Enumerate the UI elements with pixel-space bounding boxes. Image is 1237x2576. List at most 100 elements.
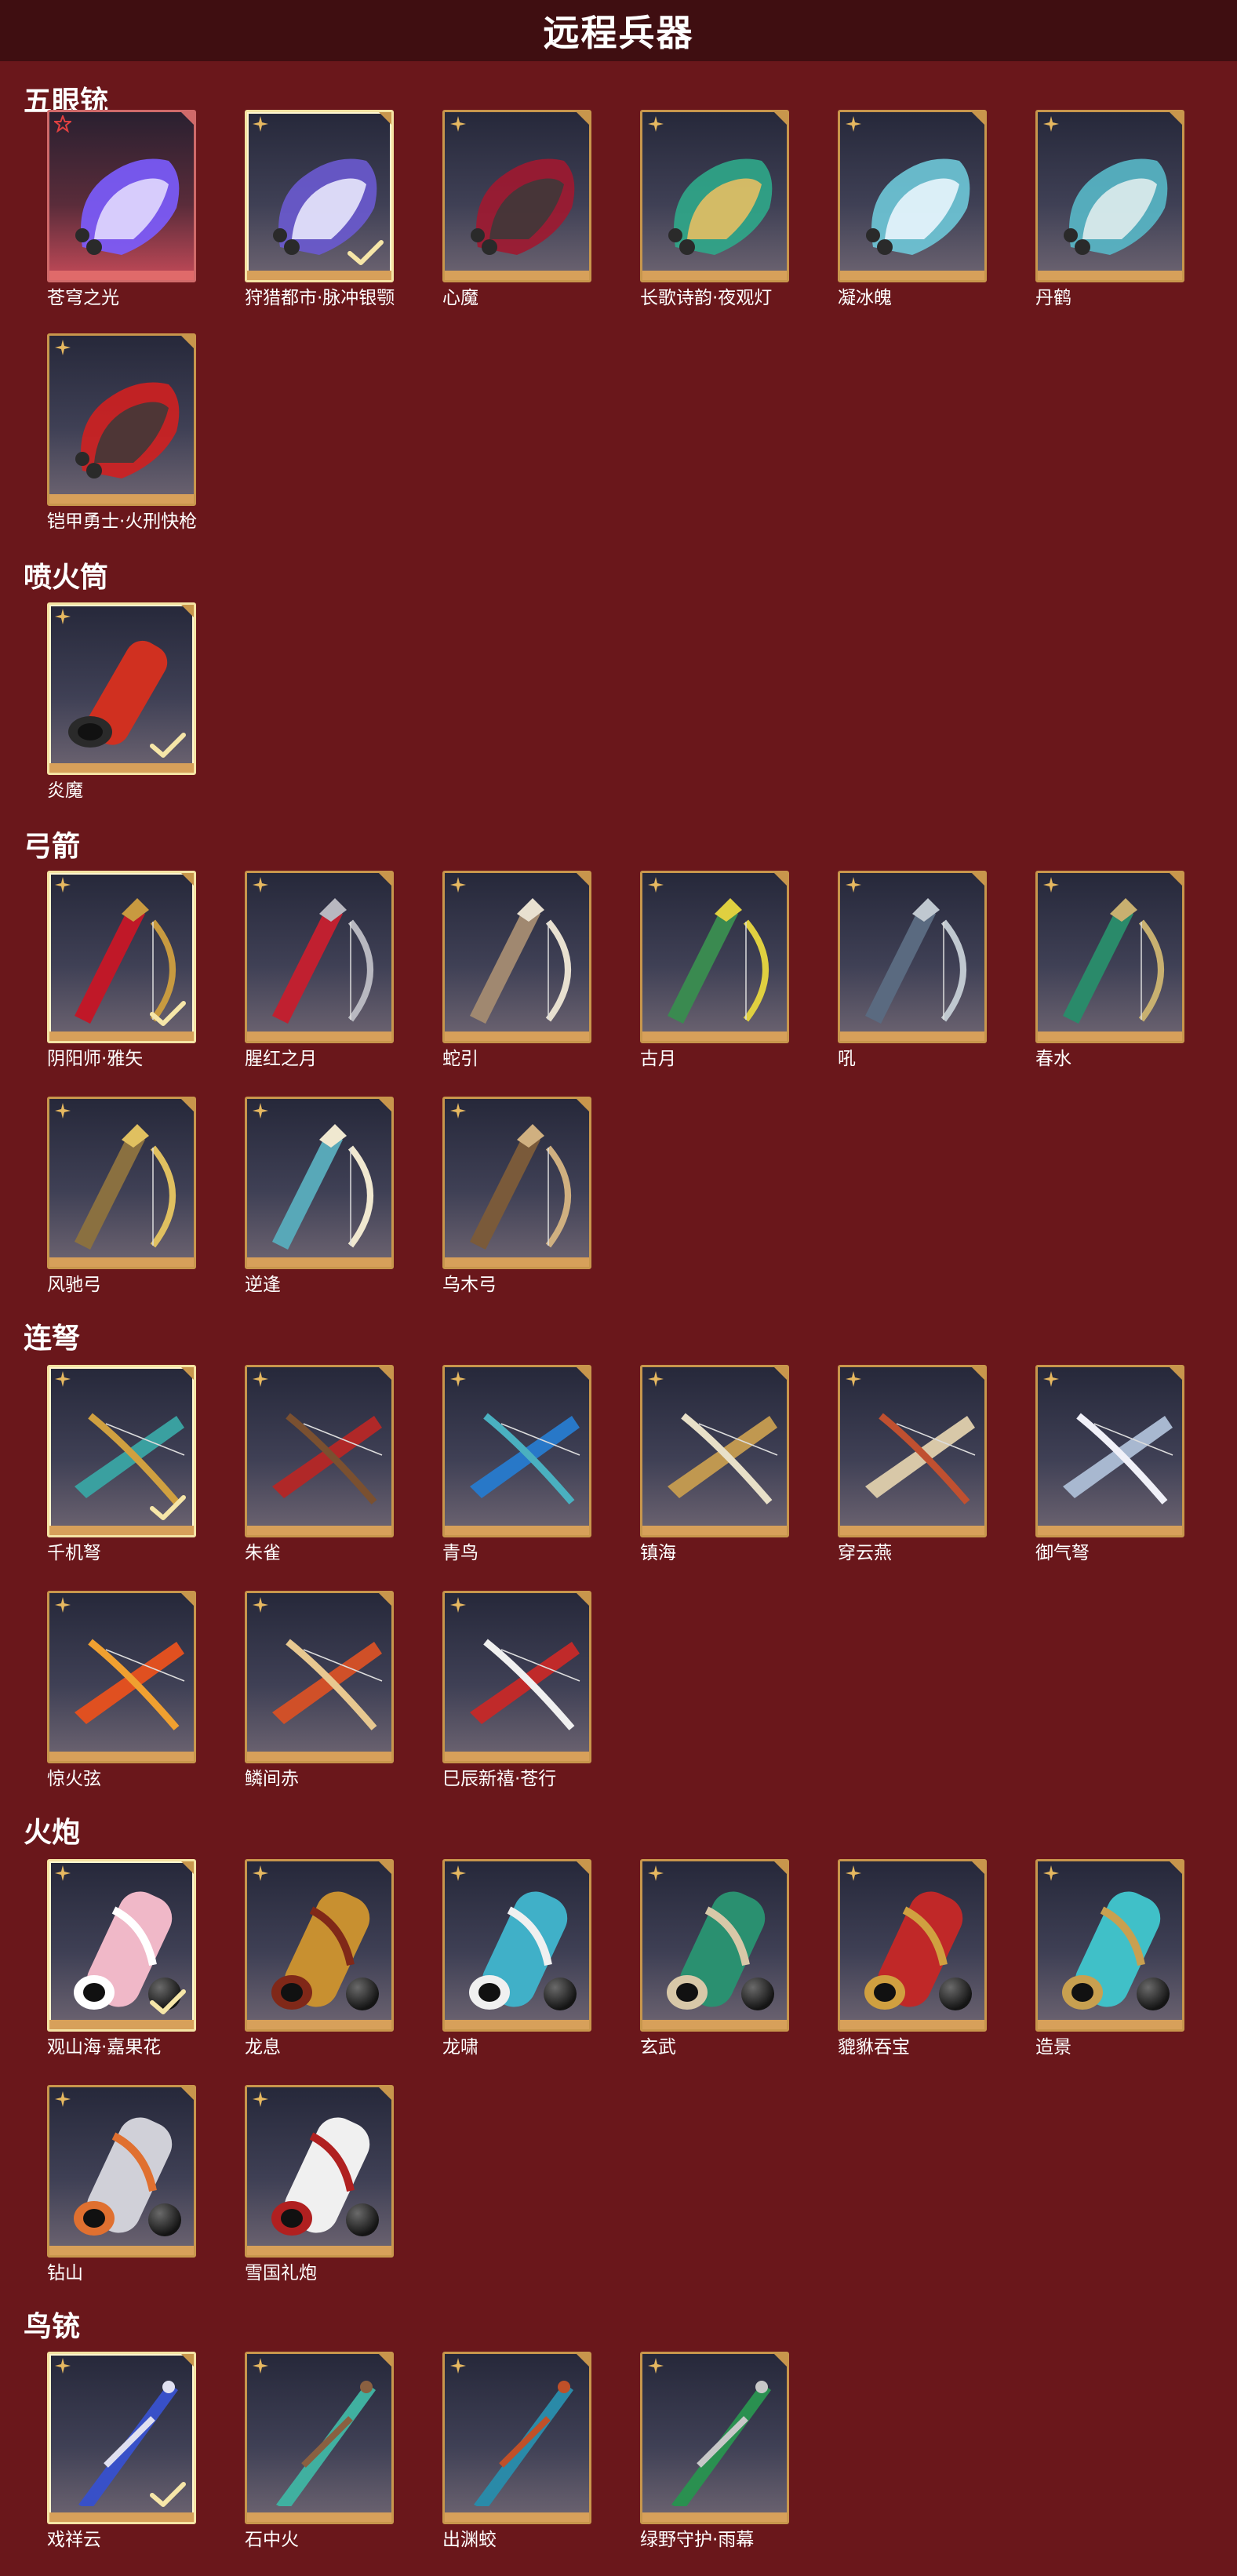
weapon-name: 阴阳师·雅矢	[47, 1049, 144, 1069]
weapon-card-frame	[442, 871, 591, 1043]
weapon-name: 貔貅吞宝	[838, 2037, 910, 2058]
weapon-card[interactable]: 惊火弦	[47, 1591, 201, 1789]
weapon-card[interactable]: 貔貅吞宝	[838, 1859, 991, 2058]
weapon-card[interactable]: 心魔	[442, 110, 596, 308]
weapon-image	[75, 158, 180, 255]
card-bottom-band	[642, 2512, 787, 2522]
card-corner	[972, 1367, 984, 1380]
weapon-card[interactable]: 春水	[1035, 871, 1189, 1069]
card-corner	[774, 1861, 787, 1874]
weapon-card[interactable]: 绿野守护·雨幕	[640, 2352, 794, 2550]
weapon-card[interactable]: 鳞间赤	[245, 1591, 398, 1789]
weapon-card[interactable]: 腥红之月	[245, 871, 398, 1069]
card-bottom-band	[247, 1752, 391, 1761]
card-bottom-band	[247, 1257, 391, 1267]
card-bottom-band	[1038, 1526, 1182, 1535]
card-corner	[577, 1099, 589, 1112]
weapon-card[interactable]: 乌木弓	[442, 1097, 596, 1295]
card-bottom-band	[445, 1526, 589, 1535]
card-corner	[972, 112, 984, 125]
weapon-card[interactable]: 铠甲勇士·火刑快枪	[47, 333, 201, 532]
weapon-card-frame	[47, 1365, 196, 1537]
weapon-image	[474, 2381, 573, 2506]
weapon-card[interactable]: 吼	[838, 871, 991, 1069]
weapon-name: 炎魔	[47, 780, 83, 801]
weapon-card[interactable]: 苍穹之光	[47, 110, 201, 308]
weapon-card[interactable]: 丹鹤	[1035, 110, 1189, 308]
weapon-card[interactable]: 龙啸	[442, 1859, 596, 2058]
card-corner	[577, 2354, 589, 2367]
weapon-card[interactable]: 逆逢	[245, 1097, 398, 1295]
weapon-card[interactable]: 镇海	[640, 1365, 794, 1563]
section-title: 鸟铳	[24, 2311, 81, 2343]
weapon-name: 苍穹之光	[47, 288, 119, 308]
weapon-card-frame	[47, 1859, 196, 2032]
card-bottom-band	[247, 271, 391, 280]
page-title: 远程兵器	[543, 12, 694, 54]
header-bar: 远程兵器	[0, 0, 1237, 61]
weapon-name: 心魔	[442, 288, 478, 308]
weapon-card[interactable]: 长歌诗韵·夜观灯	[640, 110, 794, 308]
weapon-card[interactable]: 戏祥云	[47, 2352, 201, 2550]
weapon-name: 凝冰魄	[838, 288, 892, 308]
weapon-card[interactable]: 穿云燕	[838, 1365, 991, 1563]
card-corner	[379, 1367, 391, 1380]
weapon-card-frame	[47, 871, 196, 1043]
weapon-image	[668, 898, 769, 1024]
weapon-name: 古月	[640, 1049, 676, 1069]
card-corner	[577, 1367, 589, 1380]
weapon-card[interactable]: 青鸟	[442, 1365, 596, 1563]
card-corner	[181, 2354, 194, 2367]
weapon-card[interactable]: 风驰弓	[47, 1097, 201, 1295]
weapon-card-frame	[1035, 1365, 1184, 1537]
weapon-card[interactable]: 观山海·嘉果花	[47, 1859, 201, 2058]
weapon-name: 铠甲勇士·火刑快枪	[47, 511, 198, 532]
weapon-card[interactable]: 凝冰魄	[838, 110, 991, 308]
weapon-card[interactable]: 玄武	[640, 1859, 794, 2058]
card-corner	[181, 1593, 194, 1606]
weapon-card[interactable]: 龙息	[245, 1859, 398, 2058]
weapon-name: 巳辰新禧·苍行	[442, 1769, 557, 1789]
weapon-card[interactable]: 炎魔	[47, 602, 201, 801]
card-corner	[577, 112, 589, 125]
weapon-card[interactable]: 阴阳师·雅矢	[47, 871, 201, 1069]
weapon-card[interactable]: 古月	[640, 871, 794, 1069]
weapon-name: 腥红之月	[245, 1049, 317, 1069]
weapon-card-frame	[245, 1365, 394, 1537]
weapon-card[interactable]: 钻山	[47, 2085, 201, 2283]
weapon-card-frame	[442, 1365, 591, 1537]
card-bottom-band	[445, 1752, 589, 1761]
weapon-name: 穿云燕	[838, 1543, 892, 1563]
weapon-card[interactable]: 千机弩	[47, 1365, 201, 1563]
card-bottom-band	[49, 2020, 194, 2029]
card-bottom-band	[247, 2020, 391, 2029]
cannonball-icon	[741, 1977, 774, 2010]
card-corner	[379, 1861, 391, 1874]
weapon-card-frame	[838, 110, 987, 282]
weapon-name: 乌木弓	[442, 1275, 497, 1295]
weapon-card[interactable]: 蛇引	[442, 871, 596, 1069]
weapon-name: 千机弩	[47, 1543, 101, 1563]
weapon-card-frame	[640, 2352, 789, 2524]
weapon-card[interactable]: 雪国礼炮	[245, 2085, 398, 2283]
weapon-card[interactable]: 石中火	[245, 2352, 398, 2550]
card-bottom-band	[642, 1526, 787, 1535]
check-icon	[347, 240, 384, 265]
weapon-card[interactable]: 朱雀	[245, 1365, 398, 1563]
weapon-card[interactable]: 造景	[1035, 1859, 1189, 2058]
card-corner	[972, 1861, 984, 1874]
card-corner	[181, 605, 194, 617]
card-corner	[379, 1099, 391, 1112]
weapon-name: 风驰弓	[47, 1275, 101, 1295]
weapon-image	[272, 1413, 383, 1504]
weapon-card[interactable]: 出渊蛟	[442, 2352, 596, 2550]
weapon-card-frame	[245, 1591, 394, 1763]
cannonball-icon	[346, 1977, 379, 2010]
weapon-card[interactable]: 御气弩	[1035, 1365, 1189, 1563]
card-bottom-band	[247, 2512, 391, 2522]
weapon-card[interactable]: 巳辰新禧·苍行	[442, 1591, 596, 1789]
weapon-name: 长歌诗韵·夜观灯	[640, 288, 773, 308]
weapon-card[interactable]: 狩猎都市·脉冲银颚	[245, 110, 398, 308]
weapon-card-frame	[640, 1859, 789, 2032]
weapon-card-frame	[47, 1097, 196, 1269]
